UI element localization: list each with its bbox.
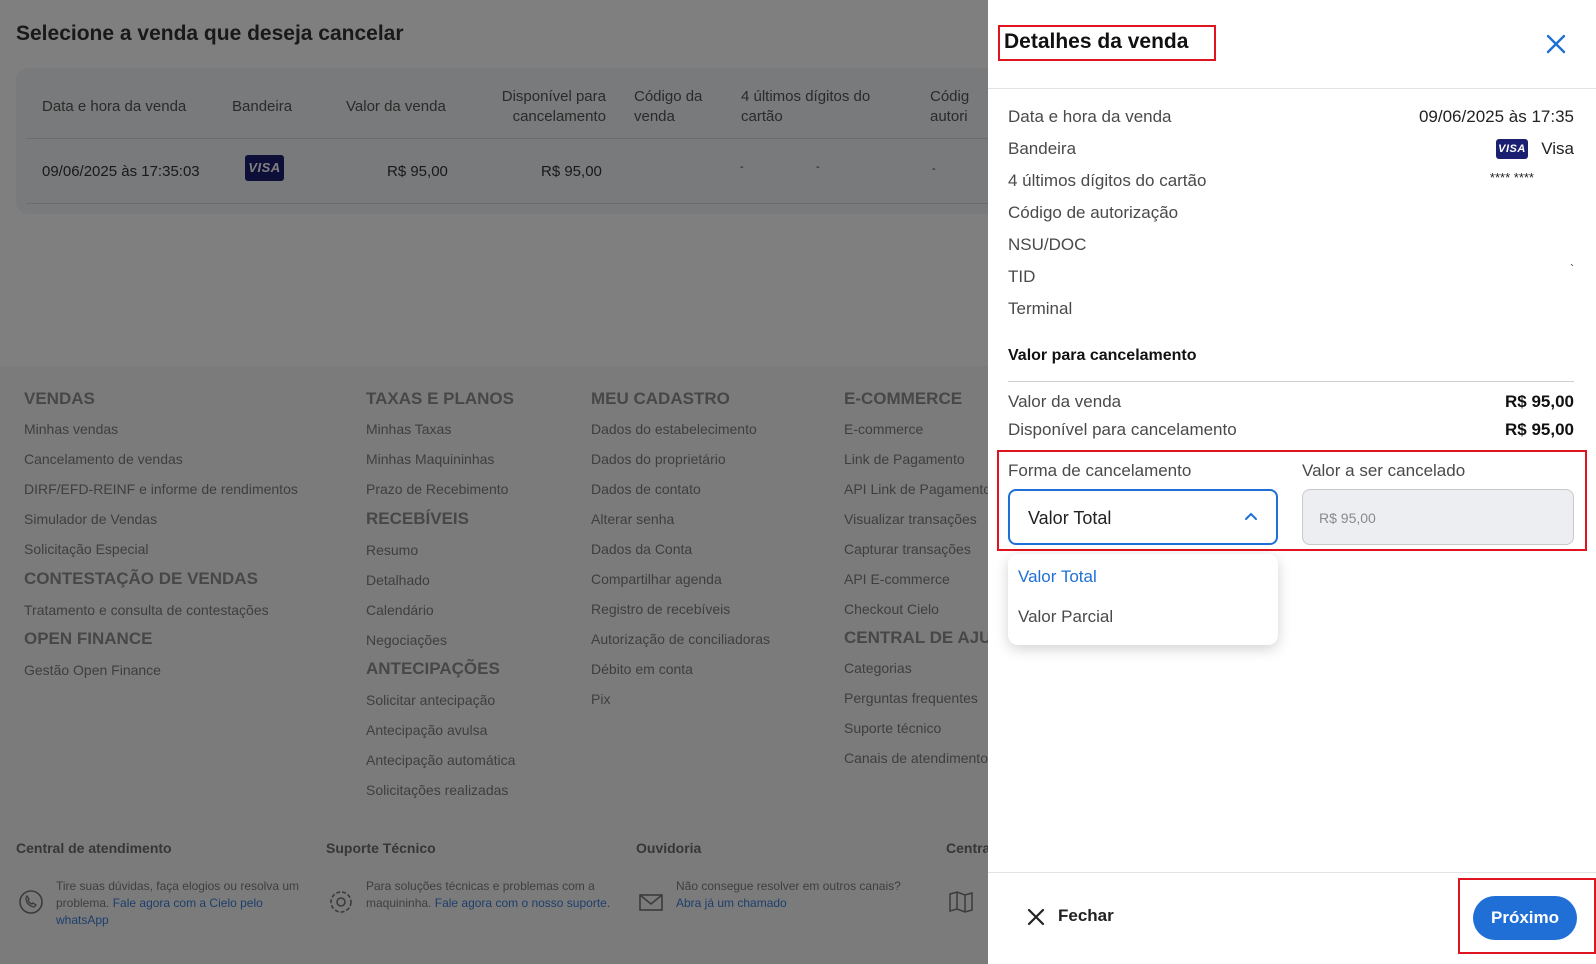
header-divider	[988, 88, 1596, 89]
footer-divider	[988, 872, 1596, 873]
cancel-amount-value: R$ 95,00	[1319, 510, 1376, 526]
option-total[interactable]: Valor Total	[1018, 567, 1097, 587]
option-partial[interactable]: Valor Parcial	[1018, 607, 1113, 627]
cancellation-method-select[interactable]: Valor Total	[1008, 489, 1278, 545]
method-dropdown: Valor Total Valor Parcial	[1008, 554, 1278, 645]
detail-label-nsu: NSU/DOC	[1008, 235, 1087, 254]
visa-logo: VISA	[1496, 139, 1528, 159]
method-label: Forma de cancelamento	[1008, 461, 1192, 480]
detail-value-date: 09/06/2025 às 17:35	[1418, 107, 1574, 126]
detail-value-brand: Visa	[1541, 139, 1574, 158]
amount-value-sale: R$ 95,00	[1505, 392, 1574, 411]
close-button-label: Fechar	[1058, 906, 1114, 925]
section-divider	[1008, 381, 1574, 382]
cancel-amount-input[interactable]: R$ 95,00	[1302, 489, 1574, 545]
chevron-up-icon	[1245, 512, 1257, 520]
section-title: Valor para cancelamento	[1008, 347, 1197, 364]
detail-value-tid: `	[1570, 262, 1574, 276]
next-button[interactable]: Próximo	[1473, 896, 1577, 940]
detail-label-date: Data e hora da venda	[1008, 107, 1172, 126]
detail-label-tid: TID	[1008, 267, 1036, 286]
detail-label-brand: Bandeira	[1008, 139, 1077, 158]
amount-label-available: Disponível para cancelamento	[1008, 420, 1237, 439]
amount-label: Valor a ser cancelado	[1302, 461, 1466, 480]
detail-label-terminal: Terminal	[1008, 299, 1073, 318]
sale-details-drawer: Detalhes da venda Data e hora da venda 0…	[988, 0, 1596, 964]
detail-value-card-digits: **** ****	[1489, 170, 1534, 185]
select-value: Valor Total	[1028, 508, 1112, 528]
detail-label-card-digits: 4 últimos dígitos do cartão	[1008, 171, 1207, 190]
close-icon[interactable]	[1543, 31, 1569, 57]
drawer-title: Detalhes da venda	[1004, 30, 1189, 53]
amount-label-sale: Valor da venda	[1008, 392, 1122, 411]
close-icon	[1027, 908, 1045, 926]
amount-value-available: R$ 95,00	[1505, 420, 1574, 439]
detail-label-auth-code: Código de autorização	[1008, 203, 1179, 222]
